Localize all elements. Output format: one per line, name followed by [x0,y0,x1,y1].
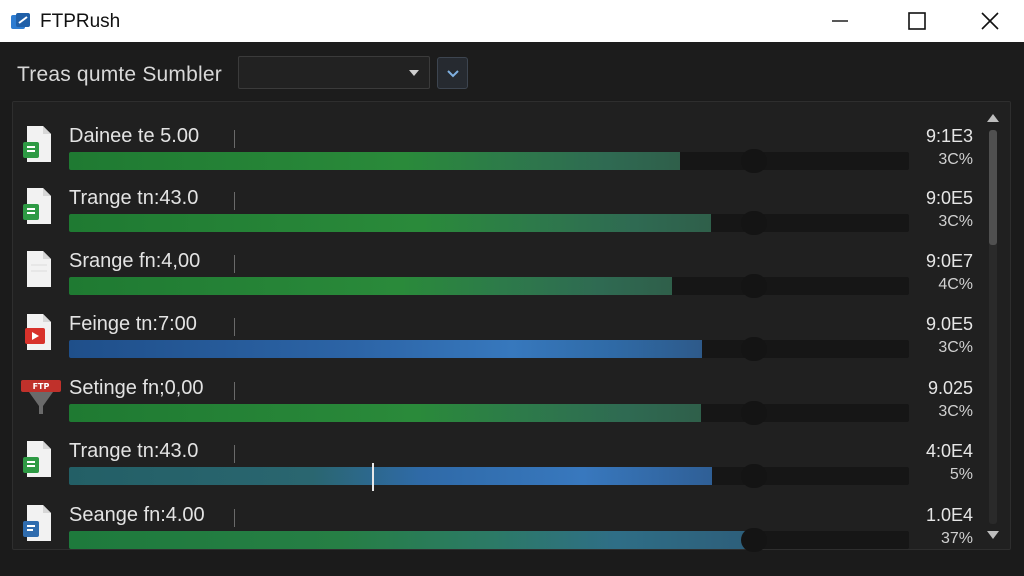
spreadsheet-file-icon [21,186,55,228]
column-divider [234,445,235,463]
transfer-name: Dainee te 5.00 [69,125,200,147]
select-caret-icon[interactable] [405,64,423,82]
progress-handle[interactable] [741,337,767,361]
progress-bar [69,152,909,170]
progress-bar [69,214,909,232]
progress-fill [69,531,752,549]
transfer-value: 9:0E5 [925,188,973,208]
progress-handle[interactable] [741,464,767,488]
window-title: FTPRush [40,11,121,32]
column-divider [234,382,235,400]
transfer-row[interactable]: Seange fn:4.00 1.0E4 37% [13,491,985,553]
transfer-row[interactable]: Trange tn:43.0 9:0E5 3C% [13,174,985,236]
progress-fill [69,467,712,485]
scroll-up-icon[interactable] [985,111,1001,125]
progress-fill [69,214,711,232]
progress-fill [69,340,703,358]
minimize-icon [832,20,848,22]
transfer-percent: 3C% [938,403,973,420]
transfer-name: Feinge tn:7:00 [69,313,197,335]
scrollbar-thumb[interactable] [989,130,997,245]
transfer-row[interactable]: Feinge tn:7:00 9.0E5 3C% [13,300,985,362]
progress-bar [69,404,909,422]
column-divider [234,318,235,336]
spreadsheet-file-icon [21,124,55,166]
progress-handle[interactable] [741,401,767,425]
app-logo-icon [11,13,30,29]
pdf-file-icon [21,312,55,354]
transfer-row[interactable]: Srange fn:4,00 9:0E7 4C% [13,237,985,299]
progress-fill [69,277,673,295]
transfer-percent: 37% [940,530,973,547]
transfer-value: 9:1E3 [925,126,973,146]
progress-bar [69,467,909,485]
spreadsheet-file-icon [21,439,55,481]
close-icon [981,12,999,30]
transfer-name: Trange tn:43.0 [69,187,199,209]
scroll-down-icon[interactable] [985,528,1001,542]
text-cursor [372,463,374,491]
transfer-row[interactable]: Dainee te 5.00 9:1E3 3C% [13,112,985,174]
column-divider [234,130,235,148]
transfer-percent: 4C% [938,276,973,293]
transfer-percent: 3C% [938,151,973,168]
transfer-value: 9.025 [927,378,973,398]
column-divider [234,192,235,210]
transfer-percent: 3C% [938,339,973,356]
transfer-value: 1.0E4 [925,505,973,525]
transfer-value: 9.0E5 [925,314,973,334]
svg-text:FTP: FTP [33,382,50,391]
progress-bar [69,277,909,295]
blank-file-icon [21,249,55,291]
transfer-value: 9:0E7 [925,251,973,271]
column-divider [234,509,235,527]
column-divider [234,255,235,273]
transfer-name: Trange tn:43.0 [69,440,199,462]
status-bar [0,552,1024,576]
dropdown-button[interactable] [437,57,468,89]
progress-fill [69,404,701,422]
progress-bar [69,531,909,549]
document-file-icon [21,503,55,545]
maximize-icon [908,12,926,30]
progress-fill [69,152,680,170]
ftp-logo-icon: FTP [21,376,61,418]
chevron-down-icon [446,70,459,78]
transfer-row[interactable]: Trange tn:43.0 4:0E4 5% [13,427,985,491]
transfer-name: Seange fn:4.00 [69,504,205,526]
transfer-percent: 3C% [938,213,973,230]
progress-handle[interactable] [741,528,767,552]
transfer-row[interactable]: FTP Setinge fn;0,00 9.025 3C% [13,364,985,426]
progress-bar [69,340,909,358]
transfer-value: 4:0E4 [925,441,973,461]
transfer-list: Dainee te 5.00 9:1E3 3C% Trange tn:43.0 9:0E… [12,101,1011,553]
toolbar-label: Treas qumte Sumbler [17,63,222,86]
transfer-name: Srange fn:4,00 [69,250,201,272]
toolbar: Treas qumte Sumbler [0,42,1024,100]
close-button[interactable] [953,0,1024,42]
maximize-button[interactable] [880,0,954,42]
progress-handle[interactable] [741,211,767,235]
title-bar: FTPRush [0,0,1024,42]
progress-handle[interactable] [741,149,767,173]
minimize-button[interactable] [803,0,877,42]
toolbar-select[interactable] [238,56,430,89]
transfer-percent: 5% [949,466,973,483]
progress-handle[interactable] [741,274,767,298]
transfer-name: Setinge fn;0,00 [69,377,204,399]
